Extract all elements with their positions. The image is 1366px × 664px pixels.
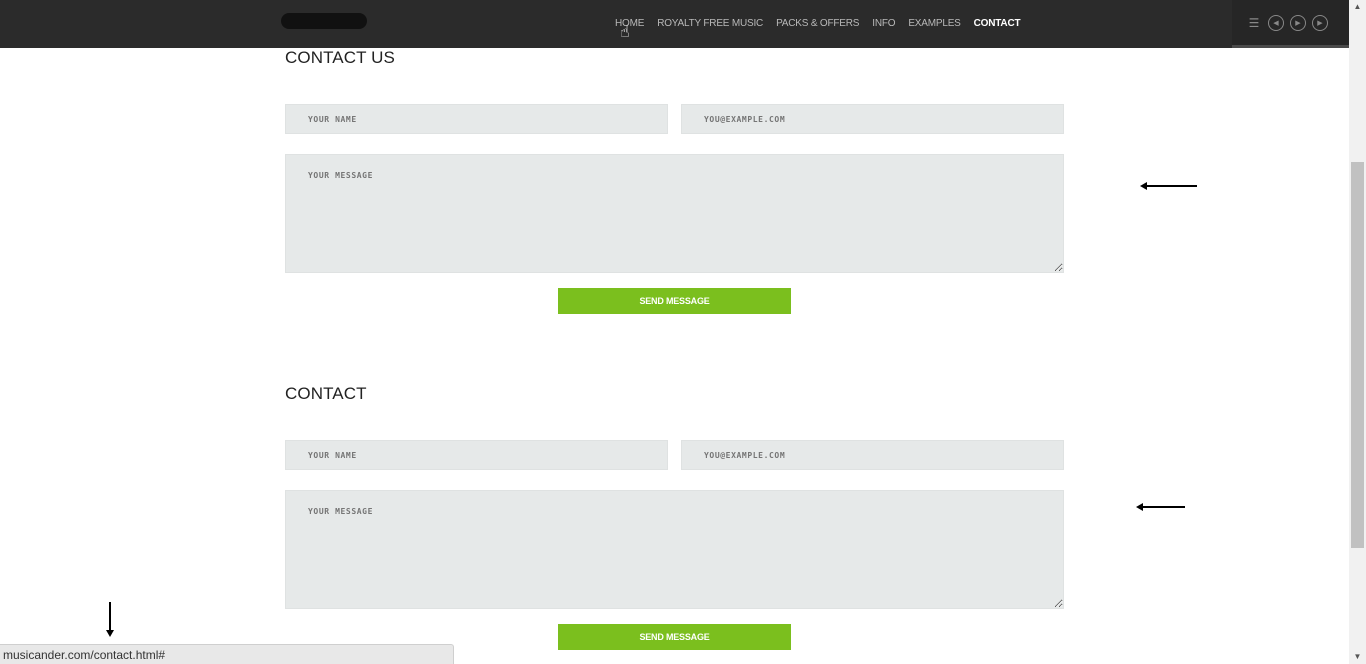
contact-email-input[interactable] xyxy=(681,440,1064,470)
contact-us-message-textarea[interactable] xyxy=(285,154,1064,273)
scroll-down-icon[interactable]: ▼ xyxy=(1349,650,1366,664)
contact-us-email-input[interactable] xyxy=(681,104,1064,134)
previous-icon[interactable]: ◀ xyxy=(1268,14,1284,31)
nav-item-royalty-free-music[interactable]: ROYALTY FREE MUSIC xyxy=(657,18,763,29)
browser-status-bar: musicander.com/contact.html# xyxy=(0,644,454,664)
nav-item-contact[interactable]: CONTACT xyxy=(974,18,1021,29)
hand-cursor-icon: ☝ xyxy=(620,24,630,41)
play-icon[interactable]: ▶ xyxy=(1290,14,1306,31)
contact-us-send-button[interactable]: SEND MESSAGE xyxy=(558,288,791,314)
main-nav: HOME ROYALTY FREE MUSIC PACKS & OFFERS I… xyxy=(615,0,1021,46)
scrollbar-thumb[interactable] xyxy=(1351,162,1364,548)
contact-us-title: CONTACT US xyxy=(285,48,395,67)
top-navigation-bar: HOME ROYALTY FREE MUSIC PACKS & OFFERS I… xyxy=(0,0,1349,48)
scroll-up-icon[interactable]: ▲ xyxy=(1349,0,1366,14)
nav-item-info[interactable]: INFO xyxy=(872,18,895,29)
contact-us-name-input[interactable] xyxy=(285,104,668,134)
contact-send-button[interactable]: SEND MESSAGE xyxy=(558,624,791,650)
page: HOME ROYALTY FREE MUSIC PACKS & OFFERS I… xyxy=(0,0,1366,664)
playlist-icon[interactable]: ☰ xyxy=(1246,15,1262,31)
page-scrollbar[interactable]: ▲ ▼ xyxy=(1349,0,1366,664)
site-logo[interactable] xyxy=(281,13,367,29)
nav-item-packs-offers[interactable]: PACKS & OFFERS xyxy=(776,18,859,29)
left-arrow-annotation-icon xyxy=(1136,503,1185,511)
next-icon[interactable]: ▶ xyxy=(1312,14,1328,31)
nav-item-examples[interactable]: EXAMPLES xyxy=(908,18,961,29)
contact-title: CONTACT xyxy=(285,384,367,403)
left-arrow-annotation-icon xyxy=(1140,182,1197,190)
contact-message-textarea[interactable] xyxy=(285,490,1064,609)
contact-name-input[interactable] xyxy=(285,440,668,470)
down-arrow-annotation-icon xyxy=(106,602,114,637)
music-player-controls: ☰ ◀ ▶ ▶ xyxy=(1232,0,1349,48)
